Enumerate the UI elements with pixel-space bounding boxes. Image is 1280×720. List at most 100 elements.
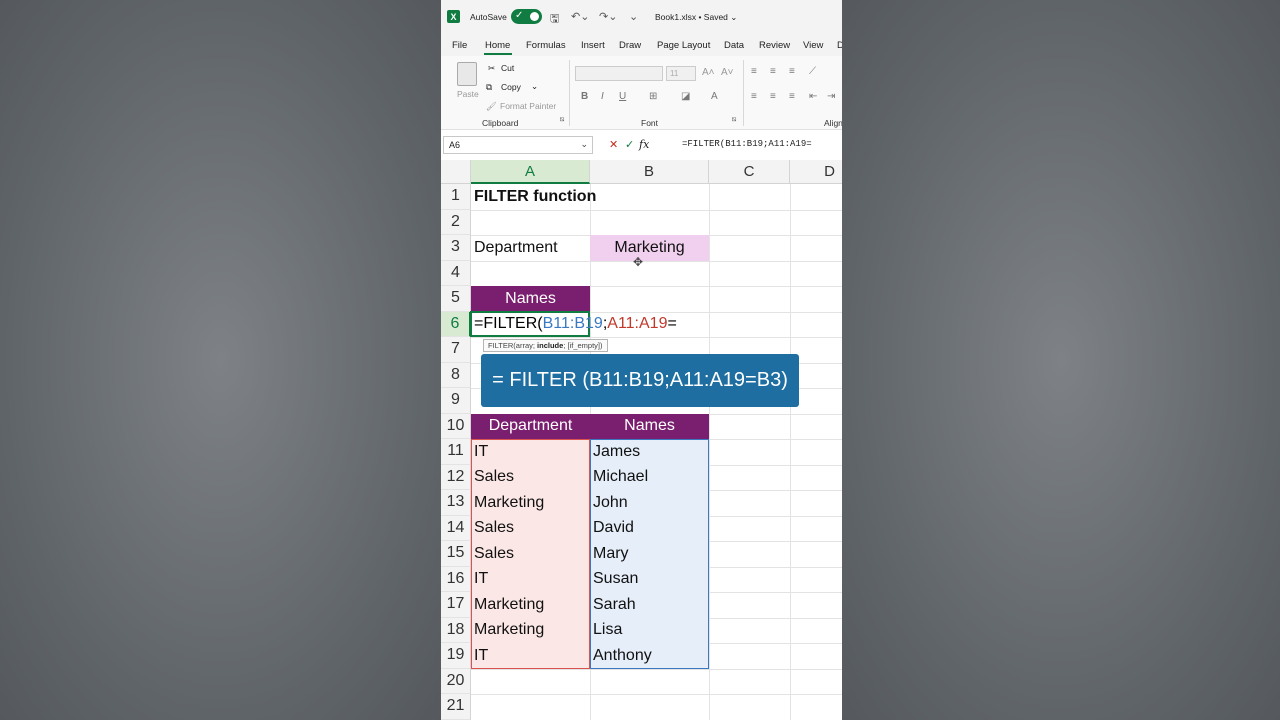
tab-page-layout[interactable]: Page Layout	[657, 40, 710, 51]
row-header[interactable]: 2	[441, 209, 471, 235]
row-header[interactable]: 11	[441, 439, 471, 465]
table-cell-department[interactable]: Marketing	[471, 592, 590, 618]
fill-color-icon[interactable]: ◪	[681, 91, 690, 102]
cut-button[interactable]: Cut	[501, 63, 514, 73]
underline-button[interactable]: U	[619, 91, 626, 102]
tab-developer[interactable]: D	[837, 40, 842, 51]
file-name[interactable]: Book1.xlsx • Saved ⌄	[655, 12, 737, 23]
clipboard-icon[interactable]	[457, 62, 477, 86]
table-cell-department[interactable]: IT	[471, 567, 590, 593]
row-header[interactable]: 10	[441, 413, 471, 439]
tab-draw[interactable]: Draw	[619, 40, 641, 51]
row-header[interactable]: 4	[441, 260, 471, 286]
row-header[interactable]: 20	[441, 668, 471, 694]
row-header[interactable]: 19	[441, 643, 471, 669]
format-painter-button[interactable]: Format Painter	[500, 101, 556, 111]
table-cell-department[interactable]: Sales	[471, 541, 590, 567]
row-header[interactable]: 14	[441, 515, 471, 541]
formula-input[interactable]: =FILTER(B11:B19;A11:A19=	[682, 139, 812, 149]
cell-a6-formula[interactable]: =FILTER(B11:B19; A11:A19 =	[474, 312, 677, 338]
row-header[interactable]: 7	[441, 337, 471, 363]
dialog-launcher-icon[interactable]: ⧅	[732, 116, 736, 124]
copy-button[interactable]: Copy	[501, 82, 521, 92]
italic-button[interactable]: I	[601, 91, 604, 102]
align-center-icon[interactable]: ≡	[770, 91, 776, 102]
tab-review[interactable]: Review	[759, 40, 790, 51]
table-cell-department[interactable]: Marketing	[471, 618, 590, 644]
redo-icon[interactable]: ↷⌄	[599, 10, 617, 23]
table-cell-name[interactable]: Sarah	[590, 592, 709, 618]
tab-insert[interactable]: Insert	[581, 40, 605, 51]
row-header[interactable]: 21	[441, 694, 471, 720]
column-header-a[interactable]: A	[471, 160, 590, 184]
cancel-icon[interactable]: ✕	[609, 138, 618, 151]
table-cell-department[interactable]: IT	[471, 439, 590, 465]
row-header[interactable]: 17	[441, 592, 471, 618]
tab-home[interactable]: Home	[485, 40, 510, 51]
row-header[interactable]: 5	[441, 286, 471, 312]
table-cell-department[interactable]: Sales	[471, 465, 590, 491]
enter-icon[interactable]: ✓	[625, 138, 634, 151]
bold-button[interactable]: B	[581, 91, 588, 102]
cell-a5[interactable]: Names	[471, 286, 590, 312]
cell-b3[interactable]: Marketing	[590, 235, 709, 261]
table-cell-name[interactable]: James	[590, 439, 709, 465]
row-header[interactable]: 3	[441, 235, 471, 261]
row-header[interactable]: 18	[441, 617, 471, 643]
table-cell-name[interactable]: Susan	[590, 567, 709, 593]
row-header[interactable]: 13	[441, 490, 471, 516]
table-cell-department[interactable]: IT	[471, 643, 590, 669]
align-bottom-icon[interactable]: ≡	[789, 66, 795, 77]
column-header-b[interactable]: B	[590, 160, 709, 184]
table-cell-name[interactable]: John	[590, 490, 709, 516]
row-header[interactable]: 12	[441, 464, 471, 490]
cell-a1[interactable]: FILTER function	[471, 184, 671, 210]
function-tooltip[interactable]: FILTER(array; include; [if_empty])	[483, 339, 608, 352]
tab-data[interactable]: Data	[724, 40, 744, 51]
table-cell-department[interactable]: Sales	[471, 516, 590, 542]
increase-indent-icon[interactable]: ⇥	[827, 91, 835, 102]
table-cell-name[interactable]: Anthony	[590, 643, 709, 669]
font-size-box[interactable]: 11	[666, 66, 696, 81]
decrease-font-icon[interactable]: A˅	[721, 67, 734, 78]
decrease-indent-icon[interactable]: ⇤	[809, 91, 817, 102]
column-header-d[interactable]: D	[790, 160, 842, 184]
autosave-toggle[interactable]: ✓	[511, 9, 542, 24]
align-right-icon[interactable]: ≡	[789, 91, 795, 102]
cell-a3[interactable]: Department	[471, 235, 590, 261]
font-name-box[interactable]	[575, 66, 663, 81]
tab-view[interactable]: View	[803, 40, 823, 51]
cell-a10[interactable]: Department	[471, 413, 590, 439]
select-all-button[interactable]	[441, 160, 471, 184]
name-box[interactable]: A6 ⌄	[443, 136, 593, 154]
borders-icon[interactable]: ⊞	[649, 91, 657, 102]
table-cell-department[interactable]: Marketing	[471, 490, 590, 516]
column-header-c[interactable]: C	[709, 160, 790, 184]
font-color-icon[interactable]: A	[711, 91, 718, 102]
orientation-icon[interactable]: ⟋	[809, 66, 816, 77]
row-header[interactable]: 16	[441, 566, 471, 592]
table-cell-name[interactable]: Mary	[590, 541, 709, 567]
dialog-launcher-icon[interactable]: ⧅	[560, 116, 564, 124]
chevron-down-icon[interactable]: ⌄	[580, 139, 588, 150]
align-middle-icon[interactable]: ≡	[770, 66, 776, 77]
table-cell-name[interactable]: Lisa	[590, 618, 709, 644]
customize-toolbar-icon[interactable]: ⌄	[629, 10, 638, 23]
table-cell-name[interactable]: David	[590, 516, 709, 542]
worksheet-grid[interactable]: A B C D 1 2 3 4 5 6 7 8 9 10 11 12 13 14…	[441, 160, 842, 720]
cell-b10[interactable]: Names	[590, 413, 709, 439]
undo-icon[interactable]: ↶⌄	[571, 10, 589, 23]
row-header[interactable]: 9	[441, 388, 471, 414]
row-header[interactable]: 6	[441, 311, 471, 337]
row-header[interactable]: 1	[441, 184, 471, 210]
save-icon[interactable]: 🖫	[550, 10, 559, 29]
row-header[interactable]: 8	[441, 362, 471, 388]
align-top-icon[interactable]: ≡	[751, 66, 757, 77]
insert-function-button[interactable]: fx	[639, 138, 649, 151]
paste-button[interactable]: Paste	[457, 89, 479, 99]
chevron-down-icon[interactable]: ⌄	[531, 81, 538, 92]
table-cell-name[interactable]: Michael	[590, 465, 709, 491]
tab-formulas[interactable]: Formulas	[526, 40, 566, 51]
increase-font-icon[interactable]: A˄	[702, 67, 715, 78]
tab-file[interactable]: File	[452, 40, 467, 51]
